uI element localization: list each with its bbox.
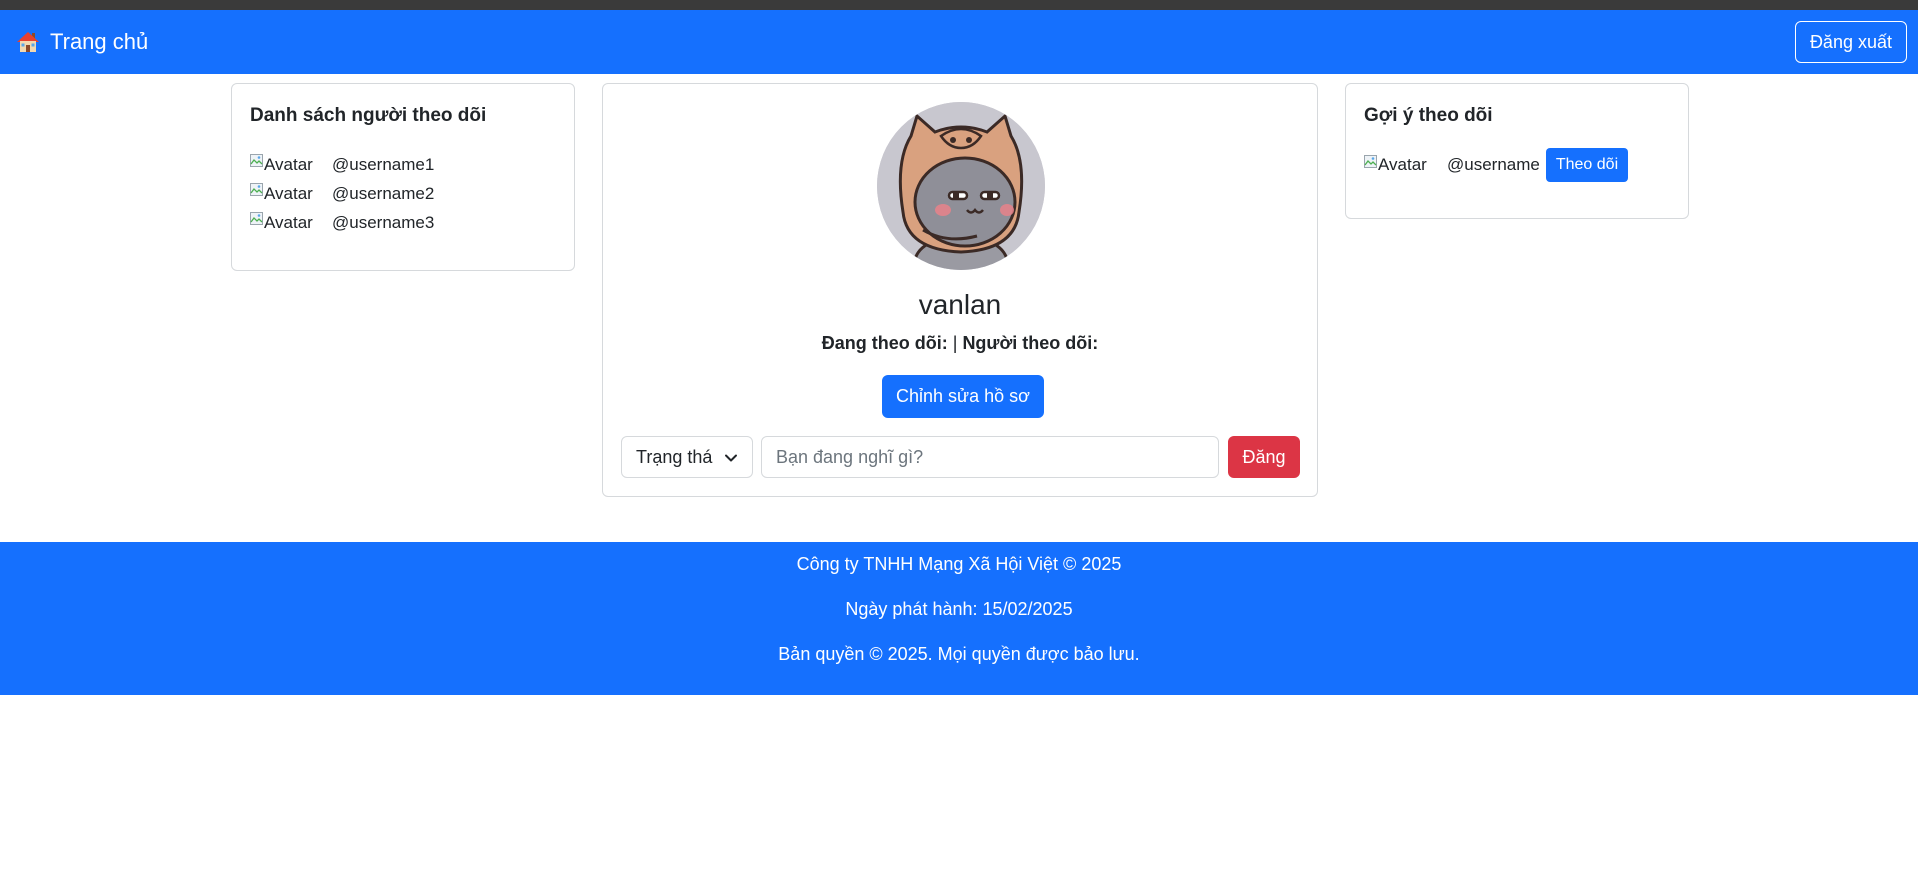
avatar-alt: Avatar bbox=[264, 212, 313, 232]
window-top-strip bbox=[0, 0, 1918, 10]
suggestions-title: Gợi ý theo dõi bbox=[1364, 105, 1493, 126]
post-input[interactable] bbox=[761, 436, 1219, 478]
list-item[interactable]: Avatar @username2 bbox=[250, 179, 434, 208]
stats-separator: | bbox=[952, 333, 958, 353]
followers-label: Người theo dõi: bbox=[962, 333, 1099, 353]
edit-profile-button[interactable]: Chỉnh sửa hồ sơ bbox=[882, 375, 1044, 418]
broken-image-icon bbox=[250, 154, 263, 167]
avatar: Avatar bbox=[250, 154, 332, 175]
follower-username[interactable]: @username2 bbox=[332, 184, 434, 204]
profile-name: vanlan bbox=[918, 289, 1002, 320]
avatar: Avatar bbox=[250, 212, 332, 233]
post-button[interactable]: Đăng bbox=[1228, 436, 1300, 478]
profile-stats: Đang theo dõi: | Người theo dõi: bbox=[603, 333, 1317, 354]
profile-card: vanlan Đang theo dõi: | Người theo dõi: … bbox=[602, 83, 1318, 497]
profile-avatar bbox=[877, 102, 1045, 270]
suggestion-item: Avatar @username Theo dõi bbox=[1364, 148, 1629, 182]
list-item[interactable]: Avatar @username3 bbox=[250, 208, 434, 237]
broken-image-icon bbox=[250, 212, 263, 225]
status-select[interactable]: Trạng thá bbox=[621, 436, 753, 478]
follower-username[interactable]: @username1 bbox=[332, 155, 434, 175]
home-link[interactable]: Trang chủ bbox=[16, 27, 148, 57]
avatar-alt: Avatar bbox=[1378, 155, 1427, 174]
avatar: Avatar bbox=[1364, 154, 1447, 175]
footer: Công ty TNHH Mạng Xã Hội Việt © 2025 Ngà… bbox=[0, 542, 1918, 695]
followers-title: Danh sách người theo dõi bbox=[250, 105, 487, 126]
footer-release-date: Ngày phát hành: 15/02/2025 bbox=[845, 599, 1073, 619]
cat-avatar-image bbox=[877, 102, 1045, 270]
follow-button[interactable]: Theo dõi bbox=[1545, 148, 1629, 182]
following-label: Đang theo dõi: bbox=[821, 333, 948, 353]
suggestion-username[interactable]: @username bbox=[1447, 155, 1540, 175]
avatar-alt: Avatar bbox=[264, 183, 313, 203]
brand-label: Trang chủ bbox=[50, 29, 149, 54]
broken-image-icon bbox=[1364, 154, 1377, 168]
avatar: Avatar bbox=[250, 183, 332, 204]
follower-list: Avatar @username1 Avatar @username2 Avat… bbox=[250, 150, 434, 237]
broken-image-icon bbox=[250, 183, 263, 196]
avatar-alt: Avatar bbox=[264, 154, 313, 174]
chevron-down-icon bbox=[725, 454, 737, 462]
house-icon bbox=[17, 32, 39, 52]
list-item[interactable]: Avatar @username1 bbox=[250, 150, 434, 179]
follower-username[interactable]: @username3 bbox=[332, 213, 434, 233]
footer-copyright: Bản quyền © 2025. Mọi quyền được bảo lưu… bbox=[778, 644, 1140, 664]
followers-card: Danh sách người theo dõi Avatar @usernam… bbox=[231, 83, 575, 271]
status-select-value: Trạng thá bbox=[636, 446, 713, 467]
logout-button[interactable]: Đăng xuất bbox=[1794, 21, 1907, 63]
footer-company: Công ty TNHH Mạng Xã Hội Việt © 2025 bbox=[796, 554, 1122, 574]
suggestions-card: Gợi ý theo dõi Avatar @username Theo dõi bbox=[1345, 83, 1689, 219]
navbar: Trang chủ Đăng xuất bbox=[0, 10, 1918, 74]
